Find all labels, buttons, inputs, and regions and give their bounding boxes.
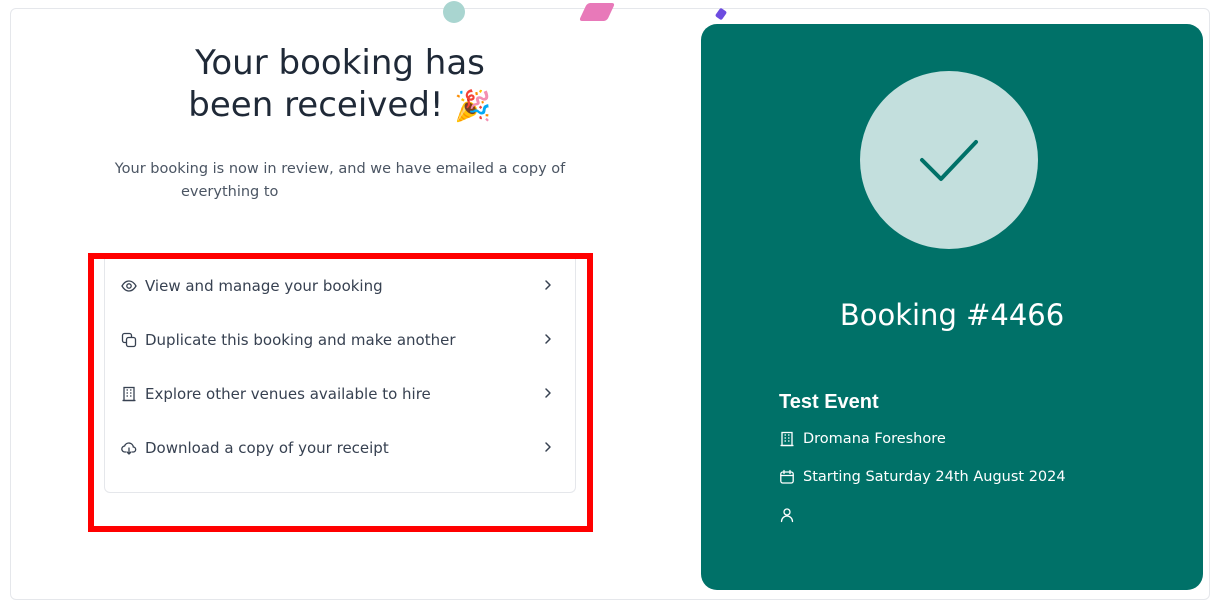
- cloud-download-icon: [121, 440, 137, 456]
- booking-summary-panel: Booking #4466 Test Event Dromana Foresho…: [701, 24, 1203, 590]
- action-label: View and manage your booking: [145, 277, 383, 295]
- chevron-right-icon: [545, 280, 551, 290]
- success-check-circle: [860, 71, 1038, 249]
- start-date-row: Starting Saturday 24th August 2024: [779, 469, 1066, 485]
- start-date: Starting Saturday 24th August 2024: [803, 469, 1066, 485]
- person-row: [779, 507, 803, 523]
- title-line-2: been received!: [188, 85, 444, 125]
- explore-venues-link[interactable]: Explore other venues available to hire: [105, 374, 575, 414]
- confetti-decoration: [714, 7, 728, 21]
- building-icon: [779, 431, 795, 447]
- actions-list: View and manage your booking Duplicate t…: [104, 258, 576, 493]
- event-name: Test Event: [779, 391, 879, 413]
- view-manage-booking-link[interactable]: View and manage your booking: [105, 266, 575, 306]
- action-label: Duplicate this booking and make another: [145, 331, 456, 349]
- venue-name: Dromana Foreshore: [803, 431, 946, 447]
- title-line-1: Your booking has: [195, 43, 485, 83]
- message-line-2: everything to: [181, 184, 279, 200]
- building-icon: [121, 386, 137, 402]
- copy-icon: [121, 332, 137, 348]
- confirmation-message: Your booking is now in review, and we ha…: [100, 158, 580, 204]
- action-label: Explore other venues available to hire: [145, 385, 431, 403]
- duplicate-booking-link[interactable]: Duplicate this booking and make another: [105, 320, 575, 360]
- download-receipt-link[interactable]: Download a copy of your receipt: [105, 428, 575, 468]
- message-line-1: Your booking is now in review, and we ha…: [114, 161, 566, 177]
- venue-row: Dromana Foreshore: [779, 431, 946, 447]
- calendar-icon: [779, 469, 795, 485]
- booking-number: Booking #4466: [839, 298, 1065, 332]
- chevron-right-icon: [545, 442, 551, 452]
- user-icon: [779, 507, 795, 523]
- party-popper-icon: 🎉: [454, 89, 492, 124]
- checkmark-icon: [920, 140, 978, 181]
- eye-icon: [121, 278, 137, 294]
- chevron-right-icon: [545, 334, 551, 344]
- confetti-decoration: [443, 1, 465, 23]
- chevron-right-icon: [545, 388, 551, 398]
- page-title: Your booking has been received! 🎉: [140, 42, 540, 128]
- confetti-decoration: [578, 3, 616, 21]
- action-label: Download a copy of your receipt: [145, 439, 389, 457]
